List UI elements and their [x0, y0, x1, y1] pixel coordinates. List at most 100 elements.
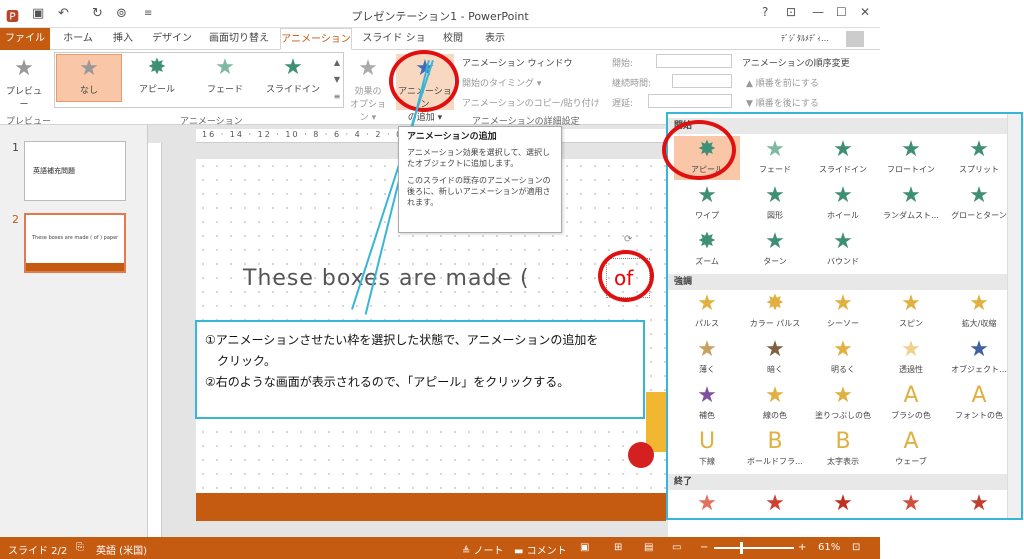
gallery-item-none[interactable]: ★ なし — [56, 54, 122, 102]
entrance-label: ランダムスト… — [883, 211, 939, 220]
avatar[interactable] — [846, 31, 864, 47]
entrance-item[interactable]: ★ 図形 — [742, 182, 808, 226]
notes-button[interactable]: ≜ ノート — [462, 542, 504, 557]
emphasis-item[interactable]: ★ シーソー — [810, 290, 876, 334]
emphasis-item[interactable]: ★ 薄く — [674, 336, 740, 380]
trigger-button[interactable]: 開始のタイミング ▾ — [462, 76, 541, 89]
rotate-handle-icon[interactable]: ⟳ — [624, 234, 632, 245]
maximize-button[interactable]: ☐ — [836, 5, 847, 19]
emphasis-label: カラー パルス — [749, 319, 801, 328]
zoom-slider[interactable] — [714, 547, 794, 549]
exit-item[interactable]: ★ — [878, 490, 944, 516]
gallery-item-appear[interactable]: ✸ アピール — [124, 54, 190, 102]
tab-animations[interactable]: アニメーション — [280, 28, 352, 50]
tab-design[interactable]: デザイン — [148, 28, 196, 50]
entrance-item[interactable]: ★ グローとターン — [946, 182, 1012, 226]
exit-item[interactable]: ★ — [946, 490, 1012, 516]
emphasis-item[interactable]: ★ 暗く — [742, 336, 808, 380]
zoom-level[interactable]: 61% — [818, 542, 840, 553]
emphasis-label: パルス — [695, 319, 719, 328]
emphasis-item[interactable]: A ウェーブ — [878, 428, 944, 472]
delay-label: 遅延: — [612, 99, 634, 109]
duration-input[interactable] — [672, 74, 732, 88]
entrance-item[interactable]: ★ ホイール — [810, 182, 876, 226]
entrance-item[interactable]: ★ ワイプ — [674, 182, 740, 226]
tab-insert[interactable]: 挿入 — [106, 28, 140, 50]
entrance-item[interactable]: ★ ランダムスト… — [878, 182, 944, 226]
tab-review[interactable]: 校閲 — [436, 28, 470, 50]
slideshow-view-icon[interactable]: ▭ — [672, 542, 681, 553]
effect-options-button[interactable]: ★ 効果の オプション ▾ — [346, 54, 390, 123]
entrance-label: ターン — [763, 257, 787, 266]
zoom-slider-thumb[interactable] — [740, 542, 743, 554]
emphasis-item[interactable]: ★ オブジェクト… — [946, 336, 1012, 380]
slide-body-text[interactable]: These boxes are made ( — [243, 266, 530, 291]
exit-item[interactable]: ★ — [674, 490, 740, 516]
ruler-ticks: 16 · 14 · 12 · 10 · 8 · 6 · 4 · 2 · 0 — [202, 130, 404, 139]
window-title: プレゼンテーション1 - PowerPoint — [351, 10, 529, 23]
entrance-item[interactable]: ★ フロートイン — [878, 136, 944, 180]
gallery-scroll[interactable]: ▲ ▼ ≡ — [332, 54, 342, 106]
delay-input[interactable] — [648, 94, 732, 108]
reading-view-icon[interactable]: ▤ — [644, 542, 653, 553]
emphasis-label: ブラシの色 — [891, 411, 931, 420]
zoom-out-icon[interactable]: − — [700, 542, 708, 553]
emphasis-item[interactable]: ★ 明るく — [810, 336, 876, 380]
emphasis-item[interactable]: A ブラシの色 — [878, 382, 944, 426]
user-name[interactable]: ﾃﾞｼﾞﾀﾙﾒﾃﾞｨ… — [770, 28, 840, 50]
close-button[interactable]: ✕ — [860, 5, 870, 19]
gallery-item-fade[interactable]: ★ フェード — [192, 54, 258, 102]
tab-transitions[interactable]: 画面切り替え — [204, 28, 274, 50]
animation-painter-button[interactable]: アニメーションのコピー/貼り付け — [462, 96, 600, 109]
slide-thumbnail-2[interactable]: These boxes are made ( of ) paper — [24, 213, 126, 273]
emphasis-item[interactable]: B ボールドフラ… — [742, 428, 808, 472]
status-language[interactable]: 英語 (米国) — [96, 542, 147, 557]
entrance-item[interactable]: ★ ターン — [742, 228, 808, 272]
emphasis-label: ボールドフラ… — [747, 457, 803, 466]
tab-slideshow[interactable]: スライド ショー — [360, 28, 428, 66]
animation-pane-button[interactable]: アニメーション ウィンドウ — [462, 56, 573, 69]
move-earlier-button[interactable]: ▲ 順番を前にする — [746, 76, 819, 89]
zoom-in-icon[interactable]: + — [798, 542, 806, 553]
minimize-button[interactable]: — — [812, 5, 824, 19]
exit-item[interactable]: ★ — [742, 490, 808, 516]
tab-file[interactable]: ファイル — [0, 28, 50, 50]
move-later-button[interactable]: ▼ 順番を後にする — [746, 96, 819, 109]
emphasis-star-icon: ★ — [833, 337, 853, 362]
emphasis-item[interactable]: ★ 補色 — [674, 382, 740, 426]
emphasis-item[interactable]: B 太字表示 — [810, 428, 876, 472]
emphasis-item[interactable]: A フォントの色 — [946, 382, 1012, 426]
ribbon-display-icon[interactable]: ⊡ — [786, 5, 796, 19]
gallery-item-fly-in[interactable]: ★ スライドイン — [260, 54, 326, 102]
slide-thumbnail-1[interactable]: 英語補充問題 — [24, 141, 126, 201]
entrance-star-icon: ★ — [969, 137, 989, 162]
emphasis-item[interactable]: ✸ カラー パルス — [742, 290, 808, 334]
exit-item[interactable]: ★ — [810, 490, 876, 516]
slide-sorter-icon[interactable]: ⊞ — [614, 542, 622, 553]
entrance-item[interactable]: ★ フェード — [742, 136, 808, 180]
emphasis-item[interactable]: U 下線 — [674, 428, 740, 472]
panel-scrollbar[interactable] — [1007, 114, 1021, 518]
emphasis-label: フォントの色 — [955, 411, 1003, 420]
normal-view-icon[interactable]: ▣ — [580, 542, 589, 553]
spellcheck-icon[interactable]: ⎘ — [76, 542, 84, 553]
entrance-item[interactable]: ★ スライドイン — [810, 136, 876, 180]
entrance-label: ズーム — [695, 257, 719, 266]
emphasis-item[interactable]: ★ 線の色 — [742, 382, 808, 426]
tab-home[interactable]: ホーム — [58, 28, 98, 50]
entrance-item[interactable]: ✸ ズーム — [674, 228, 740, 272]
entrance-item[interactable]: ★ スプリット — [946, 136, 1012, 180]
emphasis-item[interactable]: ★ 塗りつぶしの色 — [810, 382, 876, 426]
entrance-item[interactable]: ★ バウンド — [810, 228, 876, 272]
help-button[interactable]: ? — [762, 5, 768, 19]
emphasis-item[interactable]: ★ スピン — [878, 290, 944, 334]
start-select[interactable] — [656, 54, 732, 68]
emphasis-star-icon: ★ — [833, 291, 853, 316]
emphasis-item[interactable]: ★ パルス — [674, 290, 740, 334]
preview-button[interactable]: ★ プレビュー — [4, 54, 44, 110]
tab-view[interactable]: 表示 — [478, 28, 512, 50]
emphasis-item[interactable]: ★ 透過性 — [878, 336, 944, 380]
emphasis-item[interactable]: ★ 拡大/収縮 — [946, 290, 1012, 334]
fit-to-window-icon[interactable]: ⊡ — [852, 542, 860, 553]
comments-button[interactable]: ▬ コメント — [514, 542, 567, 557]
